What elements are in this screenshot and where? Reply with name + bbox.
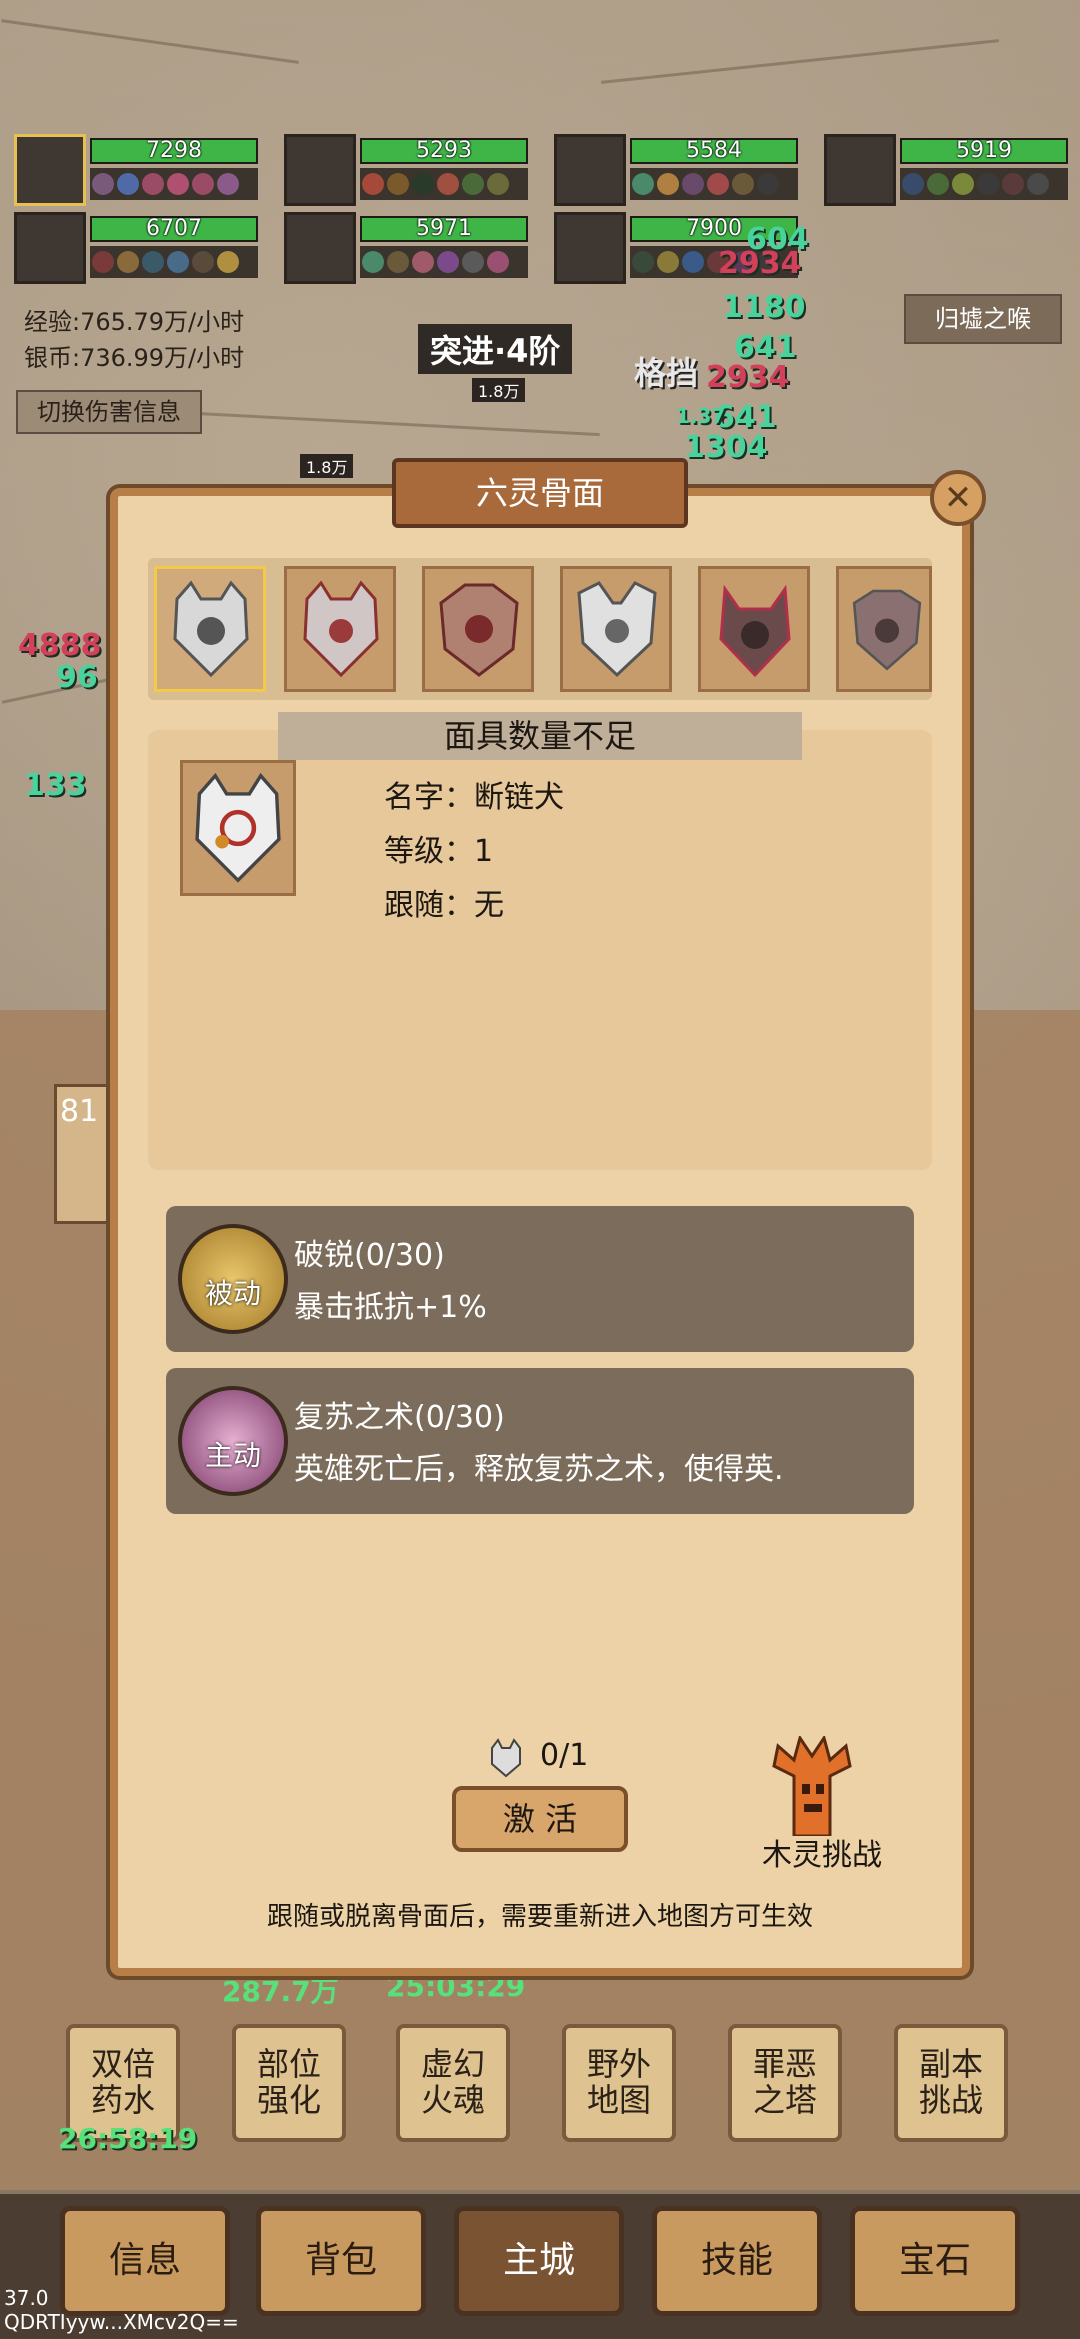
mask-slot[interactable] — [836, 566, 932, 692]
hero-equipment-orbs — [360, 246, 528, 278]
damage-number: 1304 — [684, 430, 768, 465]
damage-number: 2934 — [706, 360, 790, 395]
activate-button[interactable]: 激 活 — [452, 1786, 628, 1852]
silver-rate: 银币:736.99万/小时 — [24, 344, 245, 372]
tab-info[interactable]: 信息 — [60, 2206, 230, 2316]
enemy-hp-label: 1.8万 — [300, 454, 354, 478]
tree-spirit-icon[interactable] — [764, 1736, 860, 1836]
skill-name: 破锐(0/30) — [294, 1238, 445, 1273]
illusion-fire-soul-button[interactable]: 虚幻 火魂 — [396, 2024, 510, 2142]
part-enhance-button[interactable]: 部位 强化 — [232, 2024, 346, 2142]
close-icon[interactable]: ✕ — [930, 470, 986, 526]
zone-button[interactable]: 归墟之喉 — [904, 294, 1062, 344]
skill-tag: 被动 — [204, 1277, 261, 1310]
hero-equipment-orbs — [90, 246, 258, 278]
background-text: 81 — [60, 1094, 99, 1129]
block-label: 格挡 — [634, 354, 699, 392]
mask-name: 名字：断链犬 — [384, 780, 564, 815]
breakthrough-label: 突进·4阶 — [418, 324, 573, 374]
hero-hp-bar: 5971 — [360, 216, 528, 242]
hero-equipment-orbs — [630, 168, 798, 200]
hero-card[interactable]: 5919 — [824, 134, 1068, 206]
hero-card[interactable]: 7298 — [14, 134, 258, 206]
hero-avatar — [824, 134, 896, 206]
mask-level: 等级：1 — [384, 834, 494, 869]
hero-card[interactable]: 6707 — [14, 212, 258, 284]
damage-number: 1.37 — [676, 404, 726, 428]
hero-avatar — [284, 212, 356, 284]
enemy-hp-label: 1.8万 — [472, 378, 526, 402]
mask-count-icon — [491, 1738, 521, 1778]
skill-description: 英雄死亡后，释放复苏之术，使得英. — [294, 1452, 784, 1487]
mask-slot[interactable] — [154, 566, 266, 692]
hero-hp-bar: 5919 — [900, 138, 1068, 164]
damage-number: 133 — [24, 768, 87, 803]
hero-card[interactable]: 5293 — [284, 134, 528, 206]
skill-description: 暴击抵抗+1% — [294, 1290, 487, 1325]
sin-tower-button[interactable]: 罪恶 之塔 — [728, 2024, 842, 2142]
passive-skill-icon: 被动 — [178, 1224, 288, 1334]
skill-row-passive[interactable]: 被动 破锐(0/30) 暴击抵抗+1% — [166, 1206, 914, 1352]
tab-gems[interactable]: 宝石 — [850, 2206, 1020, 2316]
follow-note: 跟随或脱离骨面后，需要重新进入地图方可生效 — [266, 1902, 813, 1932]
hero-equipment-orbs — [900, 168, 1068, 200]
mask-status: 面具数量不足 — [278, 712, 802, 760]
damage-number: 96 — [56, 660, 98, 695]
tree-challenge-label[interactable]: 木灵挑战 — [762, 1830, 882, 1874]
dungeon-challenge-button[interactable]: 副本 挑战 — [894, 2024, 1008, 2142]
mask-slot[interactable] — [422, 566, 534, 692]
skill-row-active[interactable]: 主动 复苏之术(0/30) 英雄死亡后，释放复苏之术，使得英. — [166, 1368, 914, 1514]
potion-timer: 26:58:19 — [58, 2122, 198, 2155]
hero-card[interactable]: 5584 — [554, 134, 798, 206]
device-id: QDRTIyyw...XMcv2Q== — [4, 2310, 239, 2334]
hero-hp-bar: 5293 — [360, 138, 528, 164]
tab-skills[interactable]: 技能 — [652, 2206, 822, 2316]
mask-portrait — [180, 760, 296, 896]
wild-map-button[interactable]: 野外 地图 — [562, 2024, 676, 2142]
mask-slot[interactable] — [284, 566, 396, 692]
tab-main-city[interactable]: 主城 — [454, 2206, 624, 2316]
tab-bag[interactable]: 背包 — [256, 2206, 426, 2316]
hero-avatar — [14, 212, 86, 284]
hero-avatar — [14, 134, 86, 206]
mask-slot[interactable] — [698, 566, 810, 692]
hero-equipment-orbs — [360, 168, 528, 200]
skill-tag: 主动 — [204, 1439, 261, 1472]
skill-name: 复苏之术(0/30) — [294, 1400, 505, 1435]
damage-number: 1180 — [722, 290, 806, 325]
hero-hp-bar: 5584 — [630, 138, 798, 164]
dialog-title: 六灵骨面 — [392, 458, 688, 528]
damage-number: 2934 — [718, 246, 802, 281]
version-label: 37.0 — [4, 2286, 49, 2310]
damage-number: 4888 — [18, 628, 102, 663]
hero-card[interactable]: 5971 — [284, 212, 528, 284]
hero-avatar — [554, 134, 626, 206]
hero-hp-bar: 7298 — [90, 138, 258, 164]
hero-avatar — [554, 212, 626, 284]
background-text: 287.7万 — [222, 1975, 339, 2008]
mask-count: 0/1 — [540, 1738, 589, 1773]
active-skill-icon: 主动 — [178, 1386, 288, 1496]
hero-equipment-orbs — [90, 168, 258, 200]
hero-avatar — [284, 134, 356, 206]
mask-slot[interactable] — [560, 566, 672, 692]
switch-damage-info-button[interactable]: 切换伤害信息 — [16, 390, 202, 434]
exp-rate: 经验:765.79万/小时 — [24, 308, 245, 336]
mask-follow: 跟随：无 — [384, 888, 504, 923]
hero-hp-bar: 6707 — [90, 216, 258, 242]
